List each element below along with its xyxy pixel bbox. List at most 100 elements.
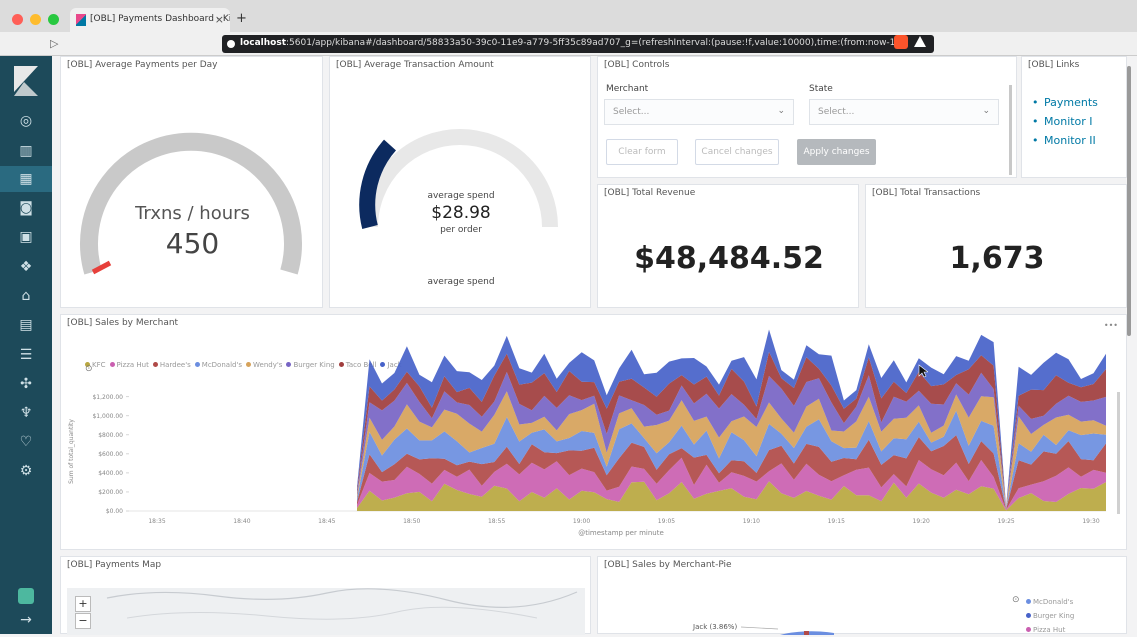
close-tab-icon[interactable]: × [215, 13, 224, 26]
brave-shield-icon[interactable] [894, 35, 908, 49]
page-scrollbar[interactable] [1127, 66, 1131, 336]
sidebar-toggle-icon[interactable]: ▷ [50, 37, 58, 50]
x-tick-label: 19:15 [828, 518, 845, 525]
apply-changes-button[interactable]: Apply changes [797, 139, 876, 165]
payments-gauge [80, 132, 302, 275]
pie-legend-item[interactable]: McDonald's [1026, 595, 1074, 609]
panel-title: [OBL] Total Revenue [604, 188, 696, 198]
mouse-cursor-icon [918, 364, 928, 378]
y-tick-label: $1,000.00 [92, 413, 123, 420]
y-tick-label: $800.00 [98, 432, 123, 439]
y-tick-label: $200.00 [98, 489, 123, 496]
monitoring-icon[interactable]: ♡ [0, 429, 52, 455]
graph-icon[interactable]: ✣ [0, 371, 52, 397]
browser-tab[interactable]: [OBL] Payments Dashboard - Ki × [70, 8, 230, 32]
pie-legend-item[interactable]: Pizza Hut [1026, 623, 1074, 637]
logs-icon[interactable]: ▤ [0, 312, 52, 338]
pie-legend-label: Burger King [1033, 612, 1075, 620]
sales-area-chart: $0.00 $200.00 $400.00 $600.00 $800.00 $1,000.… [68, 329, 1106, 537]
x-tick-label: 18:35 [148, 518, 165, 525]
pie-legend-label: Pizza Hut [1033, 626, 1066, 634]
zoom-out-button[interactable]: − [75, 613, 91, 629]
y-axis-label: Sum of total_quantity [68, 419, 75, 484]
site-info-icon[interactable] [227, 40, 235, 48]
clear-form-button[interactable]: Clear form [606, 139, 678, 165]
dashboard-icon[interactable]: ▦ [0, 166, 52, 192]
url-host: localhost [240, 38, 287, 48]
gauge-value: $28.98 [431, 203, 491, 223]
collapse-nav-icon[interactable] [18, 588, 34, 604]
gauge-value: 450 [165, 227, 220, 260]
transactions-value: 1,673 [949, 241, 1045, 276]
canvas-icon[interactable]: ◙ [0, 195, 52, 221]
zoom-in-label: + [78, 597, 88, 610]
chevron-down-icon: ⌄ [982, 106, 990, 116]
expand-arrow-icon[interactable]: → [0, 612, 52, 628]
y-tick-label: $0.00 [106, 508, 123, 515]
address-bar-row: ▷ localhost:5601/app/kibana#/dashboard/5… [0, 32, 1137, 56]
kibana-sidenav: ◎ ▥ ▦ ◙ ▣ ❖ ⌂ ▤ ☰ ✣ ♆ ♡ ⚙ → [0, 56, 52, 634]
pie-legend-label: McDonald's [1033, 598, 1074, 606]
x-tick-label: 18:50 [403, 518, 420, 525]
kibana-tab-icon [76, 14, 86, 26]
x-tick-label: 19:30 [1082, 518, 1099, 525]
maximize-window-dot[interactable] [48, 14, 59, 25]
apm-icon[interactable]: ☰ [0, 342, 52, 368]
legend-toggle-icon[interactable]: ⊙ [1012, 595, 1020, 605]
zoom-in-button[interactable]: + [75, 596, 91, 612]
y-tick-label: $600.00 [98, 451, 123, 458]
state-placeholder: Select... [818, 107, 855, 117]
gauge-bottom-label: average spend [427, 277, 495, 287]
brave-rewards-icon[interactable] [914, 36, 926, 47]
kibana-logo-icon[interactable] [14, 66, 38, 96]
devtools-icon[interactable]: ♆ [0, 400, 52, 426]
link-payments[interactable]: Payments [1032, 96, 1098, 109]
total-transactions-panel: [OBL] Total Transactions 1,673 [865, 184, 1127, 308]
x-tick-label: 19:10 [743, 518, 760, 525]
chart-scrollbar[interactable] [1117, 392, 1120, 514]
panel-title: [OBL] Controls [604, 60, 670, 70]
x-tick-label: 19:00 [573, 518, 590, 525]
sales-by-merchant-panel: [OBL] Sales by Merchant ••• KFC Pizza Hut… [60, 314, 1127, 550]
controls-scrollbar[interactable] [1009, 85, 1012, 175]
transaction-gauge [359, 129, 558, 229]
close-window-dot[interactable] [12, 14, 23, 25]
total-revenue-panel: [OBL] Total Revenue $48,484.52 [597, 184, 859, 308]
map-canvas[interactable] [67, 588, 585, 635]
maps-icon[interactable]: ▣ [0, 224, 52, 250]
browser-titlebar: [OBL] Payments Dashboard - Ki × + [0, 0, 1137, 32]
gauge-label: Trxns / hours [135, 203, 250, 224]
pie-legend-item[interactable]: Burger King [1026, 609, 1074, 623]
minimize-window-dot[interactable] [30, 14, 41, 25]
map-features [106, 588, 578, 620]
tab-title: [OBL] Payments Dashboard - Ki [90, 14, 230, 24]
merchant-select[interactable]: Select... ⌄ [604, 99, 794, 125]
url-path: :5601/app/kibana#/dashboard/58833a50-39c… [286, 38, 904, 48]
avg-payments-panel: [OBL] Average Payments per Day Trxns / h… [60, 56, 323, 308]
management-icon[interactable]: ⚙ [0, 458, 52, 484]
panel-title: [OBL] Links [1028, 60, 1080, 70]
x-axis-label: @timestamp per minute [578, 529, 664, 537]
x-tick-label: 19:20 [913, 518, 930, 525]
discover-icon[interactable]: ◎ [0, 108, 52, 134]
x-tick-label: 18:55 [488, 518, 505, 525]
cancel-changes-button[interactable]: Cancel changes [695, 139, 779, 165]
new-tab-button[interactable]: + [236, 11, 247, 26]
link-monitor-ii[interactable]: Monitor II [1032, 134, 1096, 147]
x-tick-label: 18:40 [233, 518, 250, 525]
state-select[interactable]: Select... ⌄ [809, 99, 999, 125]
merchant-placeholder: Select... [613, 107, 650, 117]
y-tick-label: $1,200.00 [92, 394, 123, 401]
gauge-top-label: average spend [427, 191, 495, 201]
infrastructure-icon[interactable]: ⌂ [0, 283, 52, 309]
url-field[interactable]: localhost:5601/app/kibana#/dashboard/588… [222, 35, 934, 53]
x-tick-label: 19:05 [658, 518, 675, 525]
state-label: State [809, 84, 833, 94]
avg-transaction-panel: [OBL] Average Transaction Amount average… [329, 56, 591, 308]
y-tick-label: $400.00 [98, 470, 123, 477]
panel-title: [OBL] Total Transactions [872, 188, 981, 198]
payments-map-panel: [OBL] Payments Map + − [60, 556, 591, 635]
visualize-icon[interactable]: ▥ [0, 138, 52, 164]
ml-icon[interactable]: ❖ [0, 254, 52, 280]
link-monitor-i[interactable]: Monitor I [1032, 115, 1092, 128]
